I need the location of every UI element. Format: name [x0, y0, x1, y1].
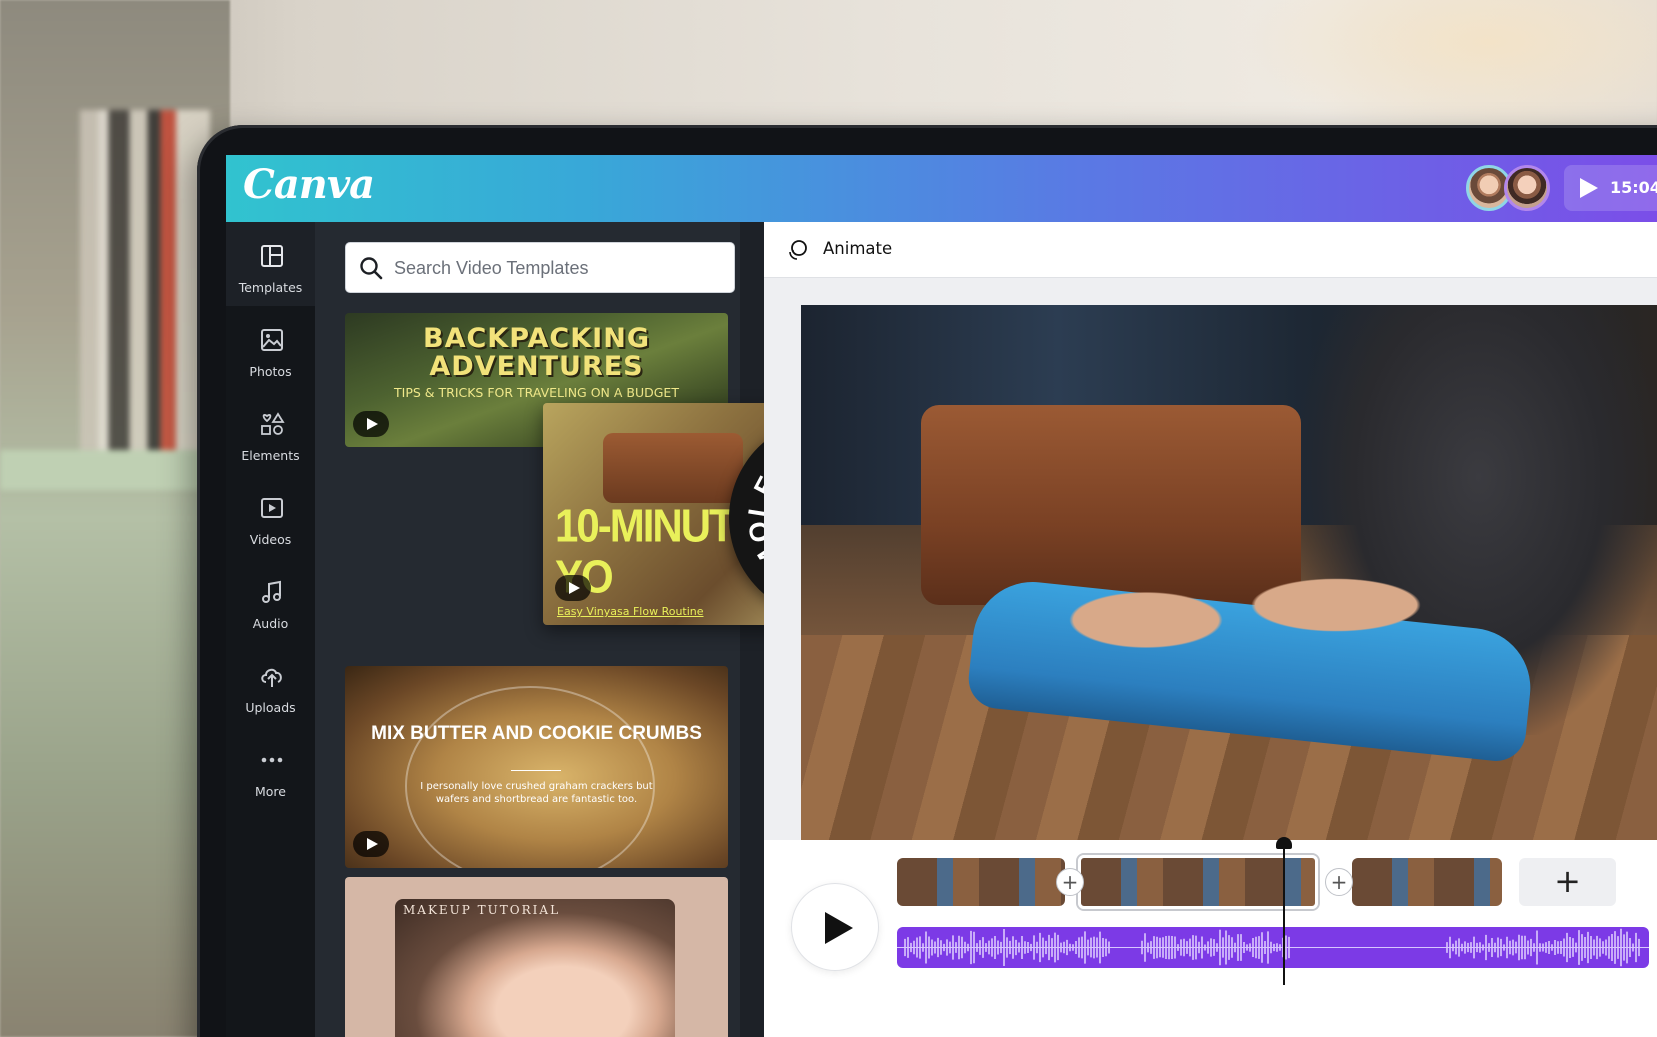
avatar[interactable]: [1504, 165, 1550, 211]
timeline-clip-selected[interactable]: [1078, 855, 1318, 909]
timeline-clip[interactable]: [897, 858, 1065, 906]
audio-waveform: [897, 928, 1649, 967]
video-duration: 15:04: [1610, 178, 1657, 197]
sidebar-item-uploads[interactable]: Uploads: [226, 642, 315, 726]
template-title: MIX BUTTER AND COOKIE CRUMBS: [371, 723, 702, 744]
audio-track[interactable]: [897, 927, 1649, 968]
sidebar-item-templates[interactable]: Templates: [226, 222, 315, 306]
add-clip-button[interactable]: +: [1519, 858, 1616, 906]
animate-icon: [789, 240, 807, 260]
background-books: [80, 110, 210, 470]
bowl-illustration: [405, 686, 655, 868]
sidebar-item-photos[interactable]: Photos: [226, 306, 315, 390]
sidebar-item-audio[interactable]: Audio: [226, 558, 315, 642]
templates-icon: [261, 245, 283, 267]
template-subtitle: TIPS & TRICKS FOR TRAVELING ON A BUDGET: [394, 385, 679, 400]
template-title: MAKEUP TUTORIAL: [403, 903, 561, 917]
add-transition-button[interactable]: +: [1056, 868, 1084, 896]
sidebar-item-elements[interactable]: Elements: [226, 390, 315, 474]
animate-button[interactable]: Animate: [823, 239, 892, 258]
sidebar-item-label: Audio: [252, 616, 289, 631]
add-transition-button[interactable]: +: [1325, 868, 1353, 896]
music-note-icon: [262, 580, 281, 603]
shapes-icon: [261, 412, 285, 435]
template-card-cookie[interactable]: MIX BUTTER AND COOKIE CRUMBS I personall…: [345, 666, 728, 868]
play-icon[interactable]: [353, 411, 389, 437]
timeline-clip[interactable]: [1352, 858, 1502, 906]
template-title: BACKPACKING ADVENTURES: [423, 323, 650, 382]
sidebar-item-label: Uploads: [245, 700, 296, 715]
editor-toolbar: Animate: [764, 222, 1657, 278]
play-icon[interactable]: [353, 831, 389, 857]
design-canvas[interactable]: [801, 305, 1657, 864]
template-photo: [395, 899, 675, 1037]
playhead-handle[interactable]: [1276, 837, 1292, 849]
sidebar-item-videos[interactable]: Videos: [226, 474, 315, 558]
sidebar-item-label: Elements: [241, 448, 300, 463]
side-nav: Templates Photos Elements Videos Audio U…: [226, 222, 315, 1037]
play-icon: [1580, 178, 1598, 198]
photo-icon: [261, 329, 283, 351]
timeline-playhead[interactable]: [1283, 845, 1285, 985]
canva-app: Canva 15:04 Templates Photos Elements Vi…: [226, 155, 1657, 1037]
upload-cloud-icon: [261, 668, 282, 687]
present-button[interactable]: 15:04: [1564, 165, 1657, 211]
background-light: [1237, 0, 1657, 140]
background-shelf-board: [0, 450, 210, 490]
timeline-play-button[interactable]: [791, 883, 879, 971]
more-dots-icon: [261, 757, 283, 763]
search-bar[interactable]: [345, 242, 735, 293]
sidebar-item-label: More: [255, 784, 286, 799]
template-card-makeup[interactable]: MAKEUP TUTORIAL: [345, 877, 728, 1037]
search-icon: [360, 257, 383, 280]
sidebar-item-label: Videos: [249, 532, 292, 547]
canva-logo[interactable]: Canva: [243, 161, 375, 208]
canvas-hands: [1051, 515, 1431, 665]
sidebar-item-more[interactable]: More: [226, 726, 315, 810]
video-icon: [261, 498, 283, 518]
sidebar-item-label: Photos: [249, 364, 292, 379]
divider: [511, 770, 561, 771]
top-bar: Canva 15:04: [226, 155, 1657, 222]
template-subtitle: I personally love crushed graham cracker…: [420, 781, 653, 805]
template-subtitle: Easy Vinyasa Flow Routine: [557, 605, 704, 618]
play-icon[interactable]: [555, 575, 591, 601]
search-input[interactable]: [394, 253, 714, 283]
sidebar-item-label: Templates: [238, 280, 303, 295]
couch-illustration: [603, 433, 743, 503]
